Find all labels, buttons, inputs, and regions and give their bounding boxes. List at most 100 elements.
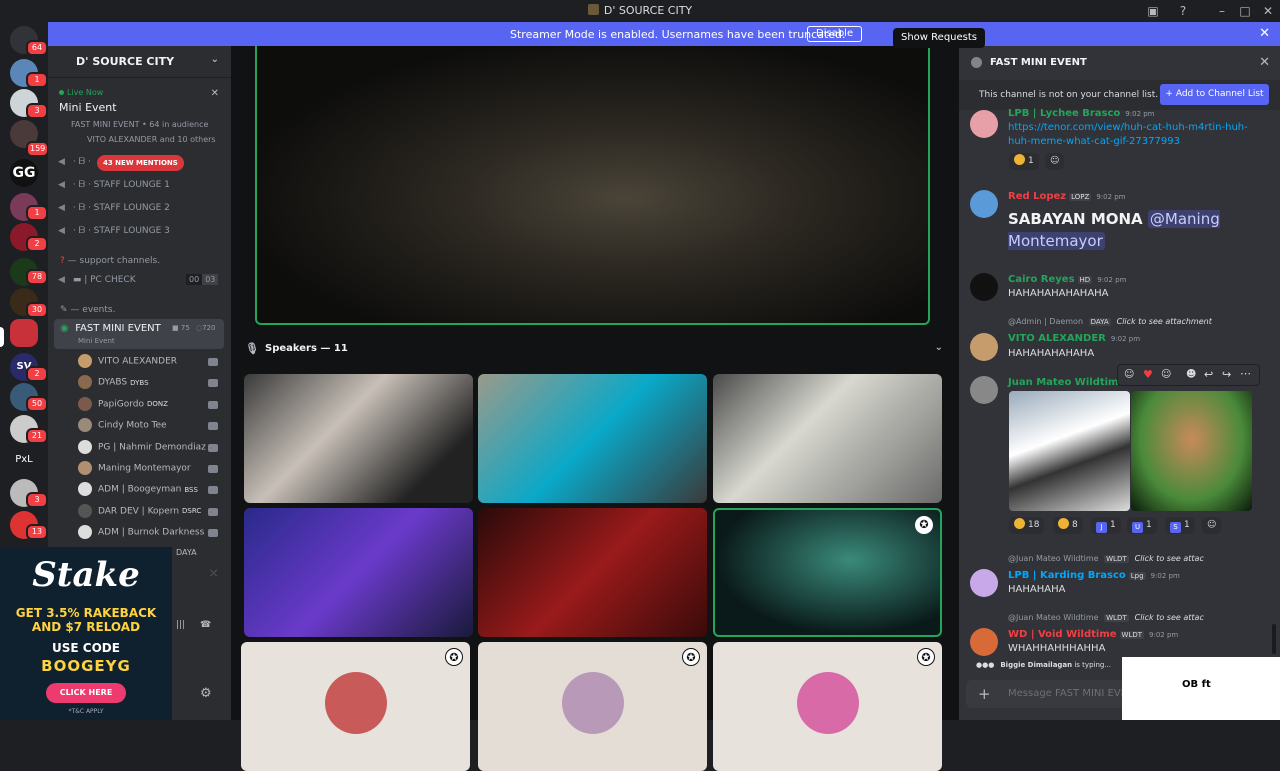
image-attachment[interactable] xyxy=(1009,391,1130,511)
add-reaction-button[interactable]: ☺ xyxy=(1045,153,1065,170)
audio-wave-icon[interactable]: ||| xyxy=(176,620,185,638)
voice-user[interactable]: PG | Nahmir Demondiaz xyxy=(78,439,206,458)
voice-user[interactable]: DYABS DYBS xyxy=(78,375,149,393)
server-icon[interactable] xyxy=(10,319,38,347)
add-button-label: Add to Channel List xyxy=(1175,89,1264,99)
speaker-avatar-tile[interactable]: ✪ xyxy=(713,642,942,771)
reaction[interactable]: 18 xyxy=(1009,517,1045,534)
avatar[interactable] xyxy=(970,628,998,656)
add-reaction-button[interactable]: ☺ xyxy=(1202,517,1222,534)
message-hover-toolbar: ☺ ♥ ☺ ☻ ↩ ↪ ⋯ xyxy=(1117,364,1260,386)
speaker-icon: ◀ xyxy=(58,226,65,236)
reply-reference[interactable]: @Admin | Daemon DAYA Click to see attachm… xyxy=(1008,317,1212,326)
speaker-video-tile[interactable] xyxy=(478,508,707,637)
speaker-video-tile[interactable] xyxy=(244,374,473,503)
voice-user[interactable]: Maning Montemayor xyxy=(78,461,191,479)
avatar[interactable] xyxy=(970,110,998,138)
channel-row[interactable]: ◀ · ᗷ · STAFF LOUNGE 2 xyxy=(58,203,170,221)
server-icon[interactable]: PxL xyxy=(10,446,38,474)
close-banner-icon[interactable]: ✕ xyxy=(1259,26,1270,41)
forward-icon[interactable]: ↪ xyxy=(1222,368,1231,381)
participants-label: VITO ALEXANDER and 10 others xyxy=(87,135,216,144)
inbox-icon[interactable]: ▣ xyxy=(1145,3,1161,19)
settings-gear-icon[interactable]: ⚙ xyxy=(200,686,212,704)
voice-user[interactable]: DAR DEV | Kopern DSRC xyxy=(78,503,201,522)
avatar[interactable] xyxy=(970,333,998,361)
add-to-channel-list-button[interactable]: + Add to Channel List xyxy=(1160,84,1269,105)
speaker-video-tile-speaking[interactable]: ✪ xyxy=(713,508,942,637)
message-author[interactable]: Cairo Reyes HD 9:02 pm xyxy=(1008,274,1126,285)
reaction[interactable]: S1 xyxy=(1165,517,1195,534)
close-icon[interactable]: ✕ xyxy=(211,88,219,99)
stake-advertisement[interactable]: Stake GET 3.5% RAKEBACK AND $7 RELOAD US… xyxy=(0,547,172,720)
avatar[interactable] xyxy=(970,376,998,404)
reaction-count: 1 xyxy=(1184,520,1190,530)
speaker-video-tile[interactable] xyxy=(478,374,707,503)
channel-row[interactable]: ◀ · ᗷ · STAFF LOUNGE 3 xyxy=(58,226,170,244)
disconnect-icon[interactable]: ☎ xyxy=(200,620,211,638)
image-attachment[interactable] xyxy=(1131,391,1252,511)
live-stage-card[interactable]: Live Now Mini Event FAST MINI EVENT • 64… xyxy=(54,84,225,148)
reaction-emoji-icon[interactable]: ☺ xyxy=(1161,369,1171,380)
avatar[interactable] xyxy=(970,190,998,218)
close-chat-icon[interactable]: ✕ xyxy=(1259,55,1270,70)
voice-user[interactable]: Cindy Moto Tee xyxy=(78,418,167,436)
reaction[interactable]: U1 xyxy=(1127,517,1157,534)
voice-user[interactable]: ADM | Burnok Darkness xyxy=(78,525,204,543)
reaction[interactable]: 8 xyxy=(1053,517,1083,534)
more-options-icon[interactable]: ⋯ xyxy=(1240,367,1251,380)
avatar[interactable] xyxy=(970,569,998,597)
message-time: 9:02 pm xyxy=(1097,276,1127,284)
avatar[interactable] xyxy=(970,273,998,301)
heart-icon[interactable]: ♥ xyxy=(1143,368,1153,381)
reaction-emoji-icon[interactable]: ☺ xyxy=(1124,369,1134,380)
message-author[interactable]: Red Lopez LOPZ 9:02 pm xyxy=(1008,191,1126,202)
screen-share-off-icon[interactable]: ⤫ xyxy=(210,569,217,587)
chevron-down-icon[interactable]: ⌄ xyxy=(935,342,943,353)
speaker-avatar-tile[interactable]: ✪ xyxy=(241,642,470,771)
channel-row-pc-check[interactable]: ◀ ▬ | PC CHECK xyxy=(58,275,136,293)
server-header[interactable]: D' SOURCE CITY ⌄ xyxy=(48,46,231,78)
attach-plus-icon[interactable]: + xyxy=(978,685,991,703)
category-events[interactable]: ✎ — events. xyxy=(60,305,115,315)
chevron-down-icon[interactable]: ⌄ xyxy=(211,54,219,65)
message-link[interactable]: https://tenor.com/view/huh-cat-huh-m4rti… xyxy=(1008,121,1258,149)
ad-click-here-button[interactable]: CLICK HERE xyxy=(46,683,126,703)
typing-text: is typing... xyxy=(1072,661,1112,669)
close-window-icon[interactable]: ✕ xyxy=(1260,3,1276,19)
message-author[interactable]: Juan Mateo Wildtime xyxy=(1008,377,1125,388)
disable-button[interactable]: Disable xyxy=(807,26,863,42)
server-tag: WLDT xyxy=(1104,555,1129,563)
speaker-video-tile[interactable] xyxy=(244,508,473,637)
category-support[interactable]: ? — support channels. xyxy=(60,256,160,266)
reply-icon[interactable]: ↩ xyxy=(1204,368,1213,381)
reply-reference[interactable]: @Juan Mateo Wildtime WLDT Click to see at… xyxy=(1008,554,1204,563)
message-author[interactable]: LPB | Lychee Brasco 9:02 pm xyxy=(1008,108,1155,119)
message-author[interactable]: VITO ALEXANDER 9:02 pm xyxy=(1008,333,1140,344)
minimize-icon[interactable]: – xyxy=(1214,3,1230,19)
show-requests-tooltip: Show Requests xyxy=(893,28,985,48)
message-author[interactable]: WD | Void Wildtime WLDT 9:02 pm xyxy=(1008,629,1178,640)
reaction[interactable]: 1 xyxy=(1009,153,1039,170)
voice-user[interactable]: ADM | Boogeyman BSS xyxy=(78,482,198,500)
new-mentions-pill[interactable]: 43 NEW MENTIONS xyxy=(97,155,184,171)
add-reaction-icon[interactable]: ☻ xyxy=(1186,369,1196,380)
letter-j-icon: J xyxy=(1096,522,1107,533)
speaker-avatar-tile[interactable]: ✪ xyxy=(478,642,707,771)
maximize-icon[interactable]: □ xyxy=(1237,3,1253,19)
speaker-video-tile[interactable] xyxy=(713,374,942,503)
voice-user[interactable]: VITO ALEXANDER xyxy=(78,354,177,372)
reply-reference[interactable]: @Juan Mateo Wildtime WLDT Click to see at… xyxy=(1008,613,1204,622)
channel-row[interactable]: ◀ · ᗷ · xyxy=(58,157,91,175)
mention-badge: 3 xyxy=(26,103,48,119)
message-author[interactable]: LPB | Karding Brasco Lpg 9:02 pm xyxy=(1008,570,1180,581)
mention-badge: 3 xyxy=(26,492,48,508)
reaction[interactable]: J1 xyxy=(1091,517,1121,534)
server-icon[interactable]: GG xyxy=(10,159,38,187)
channel-row[interactable]: ◀ · ᗷ · STAFF LOUNGE 1 xyxy=(58,180,170,198)
help-icon[interactable]: ? xyxy=(1175,3,1191,19)
main-video-stream[interactable] xyxy=(255,46,930,325)
speakers-bar[interactable]: 🎙 Speakers — 11 ⌄ xyxy=(231,338,959,360)
voice-user[interactable]: PapiGordo DONZ xyxy=(78,396,168,415)
chat-scrollbar[interactable] xyxy=(1272,624,1276,654)
